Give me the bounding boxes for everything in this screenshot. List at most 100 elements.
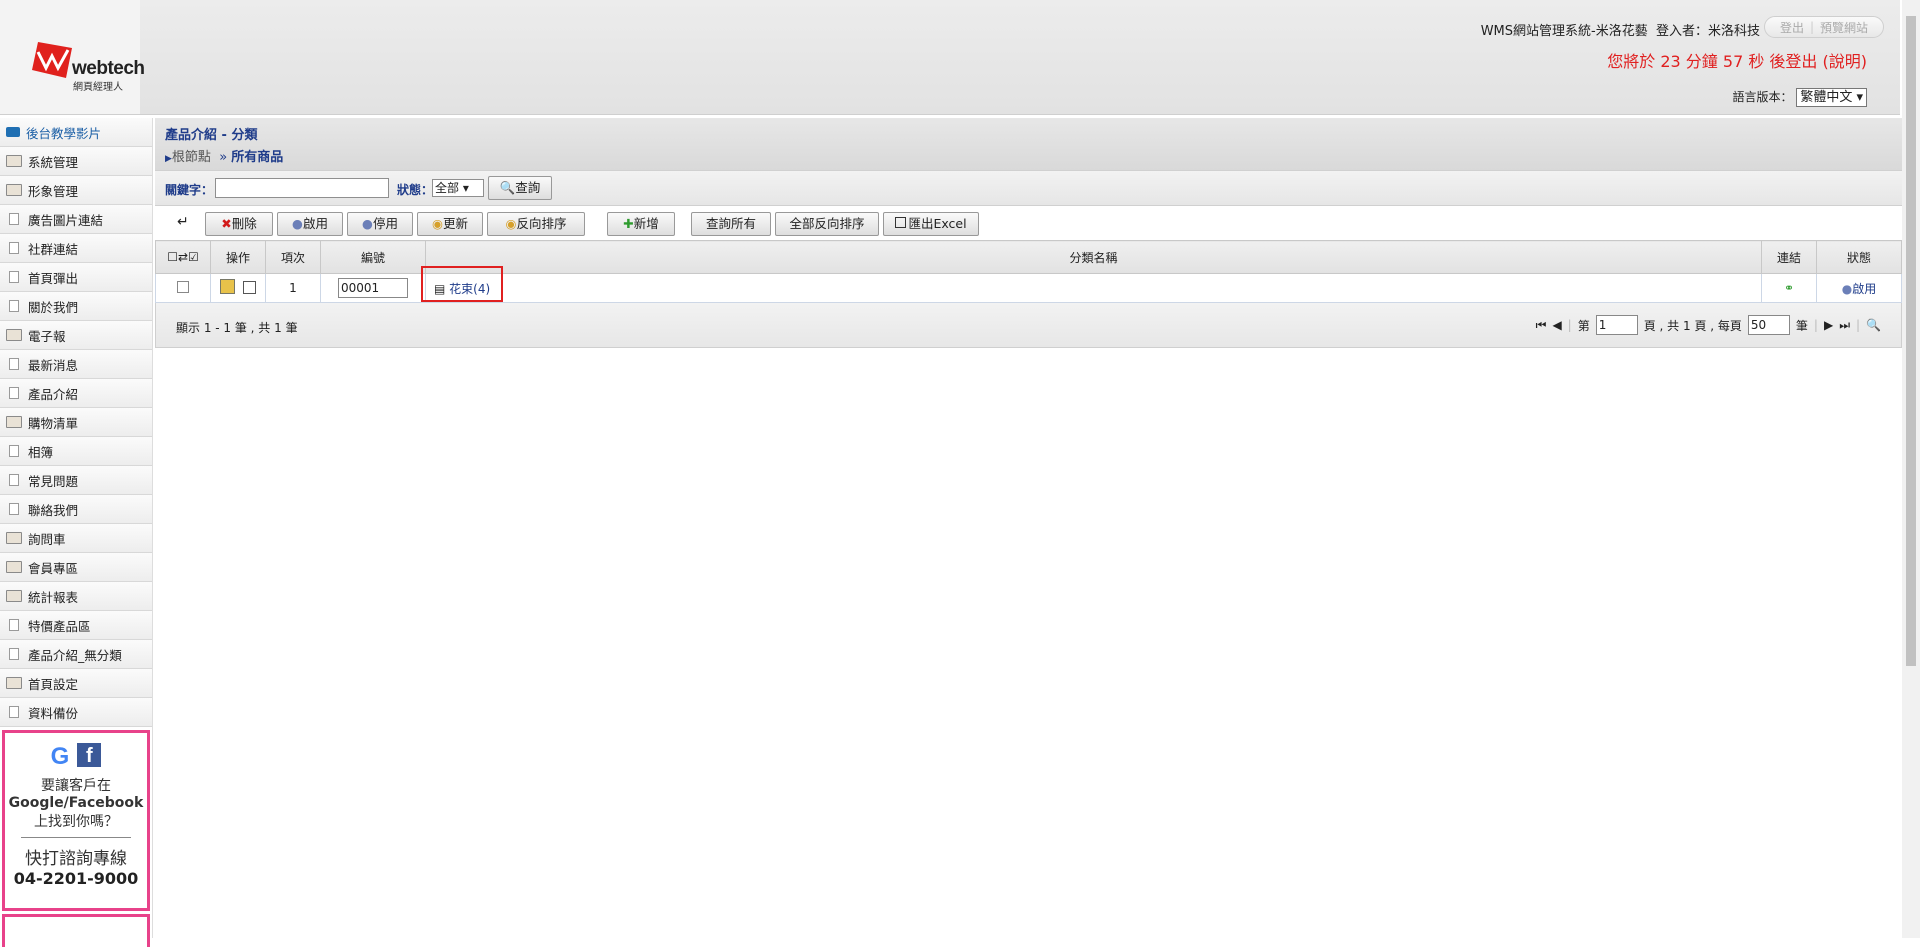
pager: ⏮ ◀ | 第 1 頁 , 共 1 頁 , 每頁 50 筆 | ▶ ⏭ | 🔍 bbox=[1536, 315, 1881, 335]
sidebar-item[interactable]: 社群連結 bbox=[0, 234, 152, 263]
ad-line: 快打諮詢專線 bbox=[25, 849, 127, 869]
sidebar-item-label: 首頁彈出 bbox=[28, 270, 79, 286]
logout-button[interactable]: 登出 bbox=[1780, 19, 1804, 36]
sidebar-item-label: 首頁設定 bbox=[28, 676, 79, 692]
last-page-icon[interactable]: ⏭ bbox=[1839, 318, 1850, 333]
sidebar-item[interactable]: 首頁彈出 bbox=[0, 263, 152, 292]
ad-banner[interactable]: G f 要讓客戶在 Google/Facebook 上找到你嗎？ 快打諮詢專線 … bbox=[2, 730, 150, 911]
enable-button[interactable]: ●啟用 bbox=[277, 212, 343, 236]
query-all-label: 查詢所有 bbox=[705, 216, 756, 231]
sidebar-item[interactable]: 統計報表 bbox=[0, 582, 152, 611]
sidebar-item-label: 詢問車 bbox=[28, 531, 66, 547]
pager-divider: | bbox=[1856, 318, 1861, 332]
status-select-value: 全部 bbox=[435, 181, 460, 195]
sidebar-item[interactable]: 最新消息 bbox=[0, 350, 152, 379]
sidebar-item[interactable]: 電子報 bbox=[0, 321, 152, 350]
keyword-input[interactable] bbox=[215, 178, 389, 198]
sidebar-item[interactable]: 後台教學影片 bbox=[0, 118, 152, 147]
sidebar-item[interactable]: 產品介紹_無分類 bbox=[0, 640, 152, 669]
sidebar-item[interactable]: 常見問題 bbox=[0, 466, 152, 495]
sidebar-item[interactable]: 相簿 bbox=[0, 437, 152, 466]
reverse-sort-button[interactable]: ◉反向排序 bbox=[487, 212, 585, 236]
col-status: 狀態 bbox=[1816, 240, 1902, 274]
language-selector: 語言版本： 繁體中文 ▾ bbox=[1732, 88, 1867, 107]
folder-icon bbox=[6, 329, 22, 341]
sidebar-item-label: 後台教學影片 bbox=[26, 125, 102, 141]
enable-label: 啟用 bbox=[302, 216, 328, 231]
sidebar-item[interactable]: 聯絡我們 bbox=[0, 495, 152, 524]
ad-banner-2[interactable] bbox=[2, 914, 150, 947]
logo[interactable]: webtech 網頁經理人 bbox=[0, 0, 145, 114]
sidebar-item-label: 購物清單 bbox=[28, 415, 79, 431]
facebook-icon: f bbox=[77, 743, 102, 767]
sidebar-item[interactable]: 關於我們 bbox=[0, 292, 152, 321]
sidebar-item[interactable]: 廣告圖片連結 bbox=[0, 205, 152, 234]
sidebar-item-label: 聯絡我們 bbox=[28, 502, 79, 518]
copy-icon[interactable] bbox=[242, 281, 256, 294]
sidebar-item[interactable]: 資料備份 bbox=[0, 698, 152, 727]
update-button[interactable]: ◉更新 bbox=[417, 212, 483, 236]
prev-page-icon[interactable]: ◀ bbox=[1552, 318, 1561, 332]
scrollbar-thumb[interactable] bbox=[1906, 16, 1916, 666]
select-all-header[interactable]: ☐⇄☑ bbox=[155, 240, 211, 274]
enable-circle-icon: ● bbox=[292, 216, 303, 231]
document-icon bbox=[9, 474, 19, 486]
disable-button[interactable]: ●停用 bbox=[347, 212, 413, 236]
page-mid: 頁 , 共 1 頁 , 每頁 bbox=[1643, 318, 1742, 333]
document-icon bbox=[9, 503, 19, 515]
row-status[interactable]: 啟用 bbox=[1852, 282, 1876, 296]
status-label: 狀態： bbox=[397, 183, 434, 197]
system-title: WMS網站管理系統-米洛花藝 bbox=[1480, 24, 1648, 39]
sidebar-item[interactable]: 特價產品區 bbox=[0, 611, 152, 640]
sidebar-item[interactable]: 會員專區 bbox=[0, 553, 152, 582]
red-x-icon: ✖ bbox=[221, 216, 232, 231]
document-icon bbox=[9, 648, 19, 660]
status-select[interactable]: 全部 ▾ bbox=[432, 179, 484, 197]
table-header-row: ☐⇄☑ 操作 項次 編號 分類名稱 連結 狀態 bbox=[155, 240, 1902, 274]
delete-button[interactable]: ✖刪除 bbox=[205, 212, 273, 236]
next-page-icon[interactable]: ▶ bbox=[1824, 318, 1833, 332]
add-button[interactable]: ✚新增 bbox=[607, 212, 675, 236]
link-icon[interactable]: ⚭ bbox=[1784, 281, 1794, 295]
language-value: 繁體中文 bbox=[1800, 90, 1853, 105]
reverse-all-button[interactable]: 全部反向排序 bbox=[775, 212, 879, 236]
export-excel-button[interactable]: 匯出Excel bbox=[883, 212, 979, 236]
header-actions: 登出 | 預覽網站 bbox=[1764, 16, 1884, 38]
sidebar-item-label: 相簿 bbox=[28, 444, 54, 460]
session-countdown[interactable]: 您將於 23 分鐘 57 秒 後登出 (說明) bbox=[1607, 48, 1867, 72]
sidebar-item-label: 資料備份 bbox=[28, 705, 79, 721]
language-select[interactable]: 繁體中文 ▾ bbox=[1796, 88, 1867, 107]
sidebar-item[interactable]: 產品介紹 bbox=[0, 379, 152, 408]
document-icon bbox=[9, 445, 19, 457]
excel-icon bbox=[895, 217, 907, 228]
breadcrumb: ▶根節點 » 所有商品 bbox=[165, 146, 283, 165]
page-scrollbar[interactable] bbox=[1902, 0, 1920, 938]
page-input[interactable]: 1 bbox=[1595, 315, 1638, 335]
row-code-input[interactable]: 00001 bbox=[338, 278, 408, 298]
first-page-icon[interactable]: ⏮ bbox=[1536, 318, 1547, 333]
per-page-suffix: 筆 bbox=[1795, 318, 1808, 333]
preview-site-button[interactable]: 預覽網站 bbox=[1820, 19, 1868, 36]
per-page-input[interactable]: 50 bbox=[1747, 315, 1790, 335]
sidebar-item[interactable]: 形象管理 bbox=[0, 176, 152, 205]
query-all-button[interactable]: 查詢所有 bbox=[691, 212, 771, 236]
folder-icon bbox=[6, 155, 22, 167]
header-info: WMS網站管理系統-米洛花藝 登入者：米洛科技 bbox=[1481, 20, 1760, 39]
document-icon bbox=[9, 358, 19, 370]
row-checkbox[interactable] bbox=[177, 280, 189, 293]
sidebar-item[interactable]: 詢問車 bbox=[0, 524, 152, 553]
sidebar-menu: 後台教學影片 系統管理 形象管理 廣告圖片連結 社群連結 首頁彈出 關於我們 電子報 最新消息產… bbox=[0, 118, 152, 727]
sidebar-item[interactable]: 首頁設定 bbox=[0, 669, 152, 698]
header: webtech 網頁經理人 WMS網站管理系統-米洛花藝 登入者：米洛科技 登出… bbox=[0, 0, 1900, 115]
search-icon[interactable]: 🔍 bbox=[1866, 318, 1881, 332]
back-arrow-icon[interactable]: ↵ bbox=[177, 214, 189, 230]
sidebar-item[interactable]: 系統管理 bbox=[0, 147, 152, 176]
sidebar-item[interactable]: 購物清單 bbox=[0, 408, 152, 437]
col-name: 分類名稱 bbox=[425, 240, 1762, 274]
query-button[interactable]: 🔍查詢 bbox=[488, 176, 552, 200]
ad-phone: 04-2201-9000 bbox=[13, 869, 139, 888]
edit-icon[interactable] bbox=[220, 279, 236, 294]
breadcrumb-root[interactable]: 根節點 bbox=[172, 150, 211, 165]
checkbox-icon[interactable]: ☐⇄☑ bbox=[167, 250, 199, 264]
disable-label: 停用 bbox=[372, 216, 398, 231]
